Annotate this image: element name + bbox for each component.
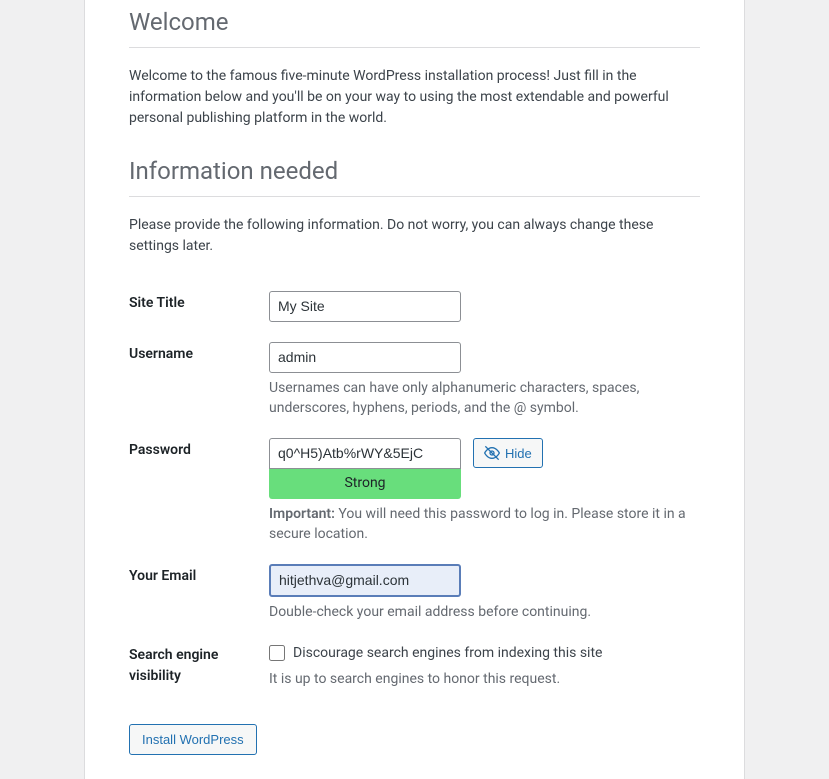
- search-engine-label: Search engine visibility: [129, 633, 269, 700]
- password-strength-meter: Strong: [269, 469, 461, 499]
- password-input[interactable]: [269, 438, 461, 469]
- hide-button-label: Hide: [505, 446, 532, 461]
- password-label: Password: [129, 428, 269, 554]
- username-input[interactable]: [269, 342, 461, 373]
- search-engine-checkbox-label: Discourage search engines from indexing …: [293, 643, 602, 664]
- password-important-hint: Important: You will need this password t…: [269, 505, 700, 544]
- email-input[interactable]: [269, 564, 461, 597]
- site-title-input[interactable]: [269, 291, 461, 322]
- email-hint: Double-check your email address before c…: [269, 603, 700, 623]
- username-label: Username: [129, 332, 269, 428]
- install-form-table: Site Title Username Usernames can have o…: [129, 281, 700, 700]
- welcome-heading: Welcome: [129, 0, 700, 48]
- welcome-intro-text: Welcome to the famous five-minute WordPr…: [129, 66, 700, 129]
- search-engine-hint: It is up to search engines to honor this…: [269, 670, 700, 690]
- eye-slash-icon: [484, 445, 500, 461]
- info-intro-text: Please provide the following information…: [129, 215, 700, 257]
- search-engine-checkbox[interactable]: [269, 645, 285, 661]
- site-title-label: Site Title: [129, 281, 269, 332]
- info-needed-heading: Information needed: [129, 153, 700, 197]
- username-hint: Usernames can have only alphanumeric cha…: [269, 379, 700, 418]
- email-label: Your Email: [129, 554, 269, 633]
- important-label: Important:: [269, 506, 335, 522]
- install-wordpress-button[interactable]: Install WordPress: [129, 724, 257, 755]
- hide-password-button[interactable]: Hide: [473, 438, 543, 468]
